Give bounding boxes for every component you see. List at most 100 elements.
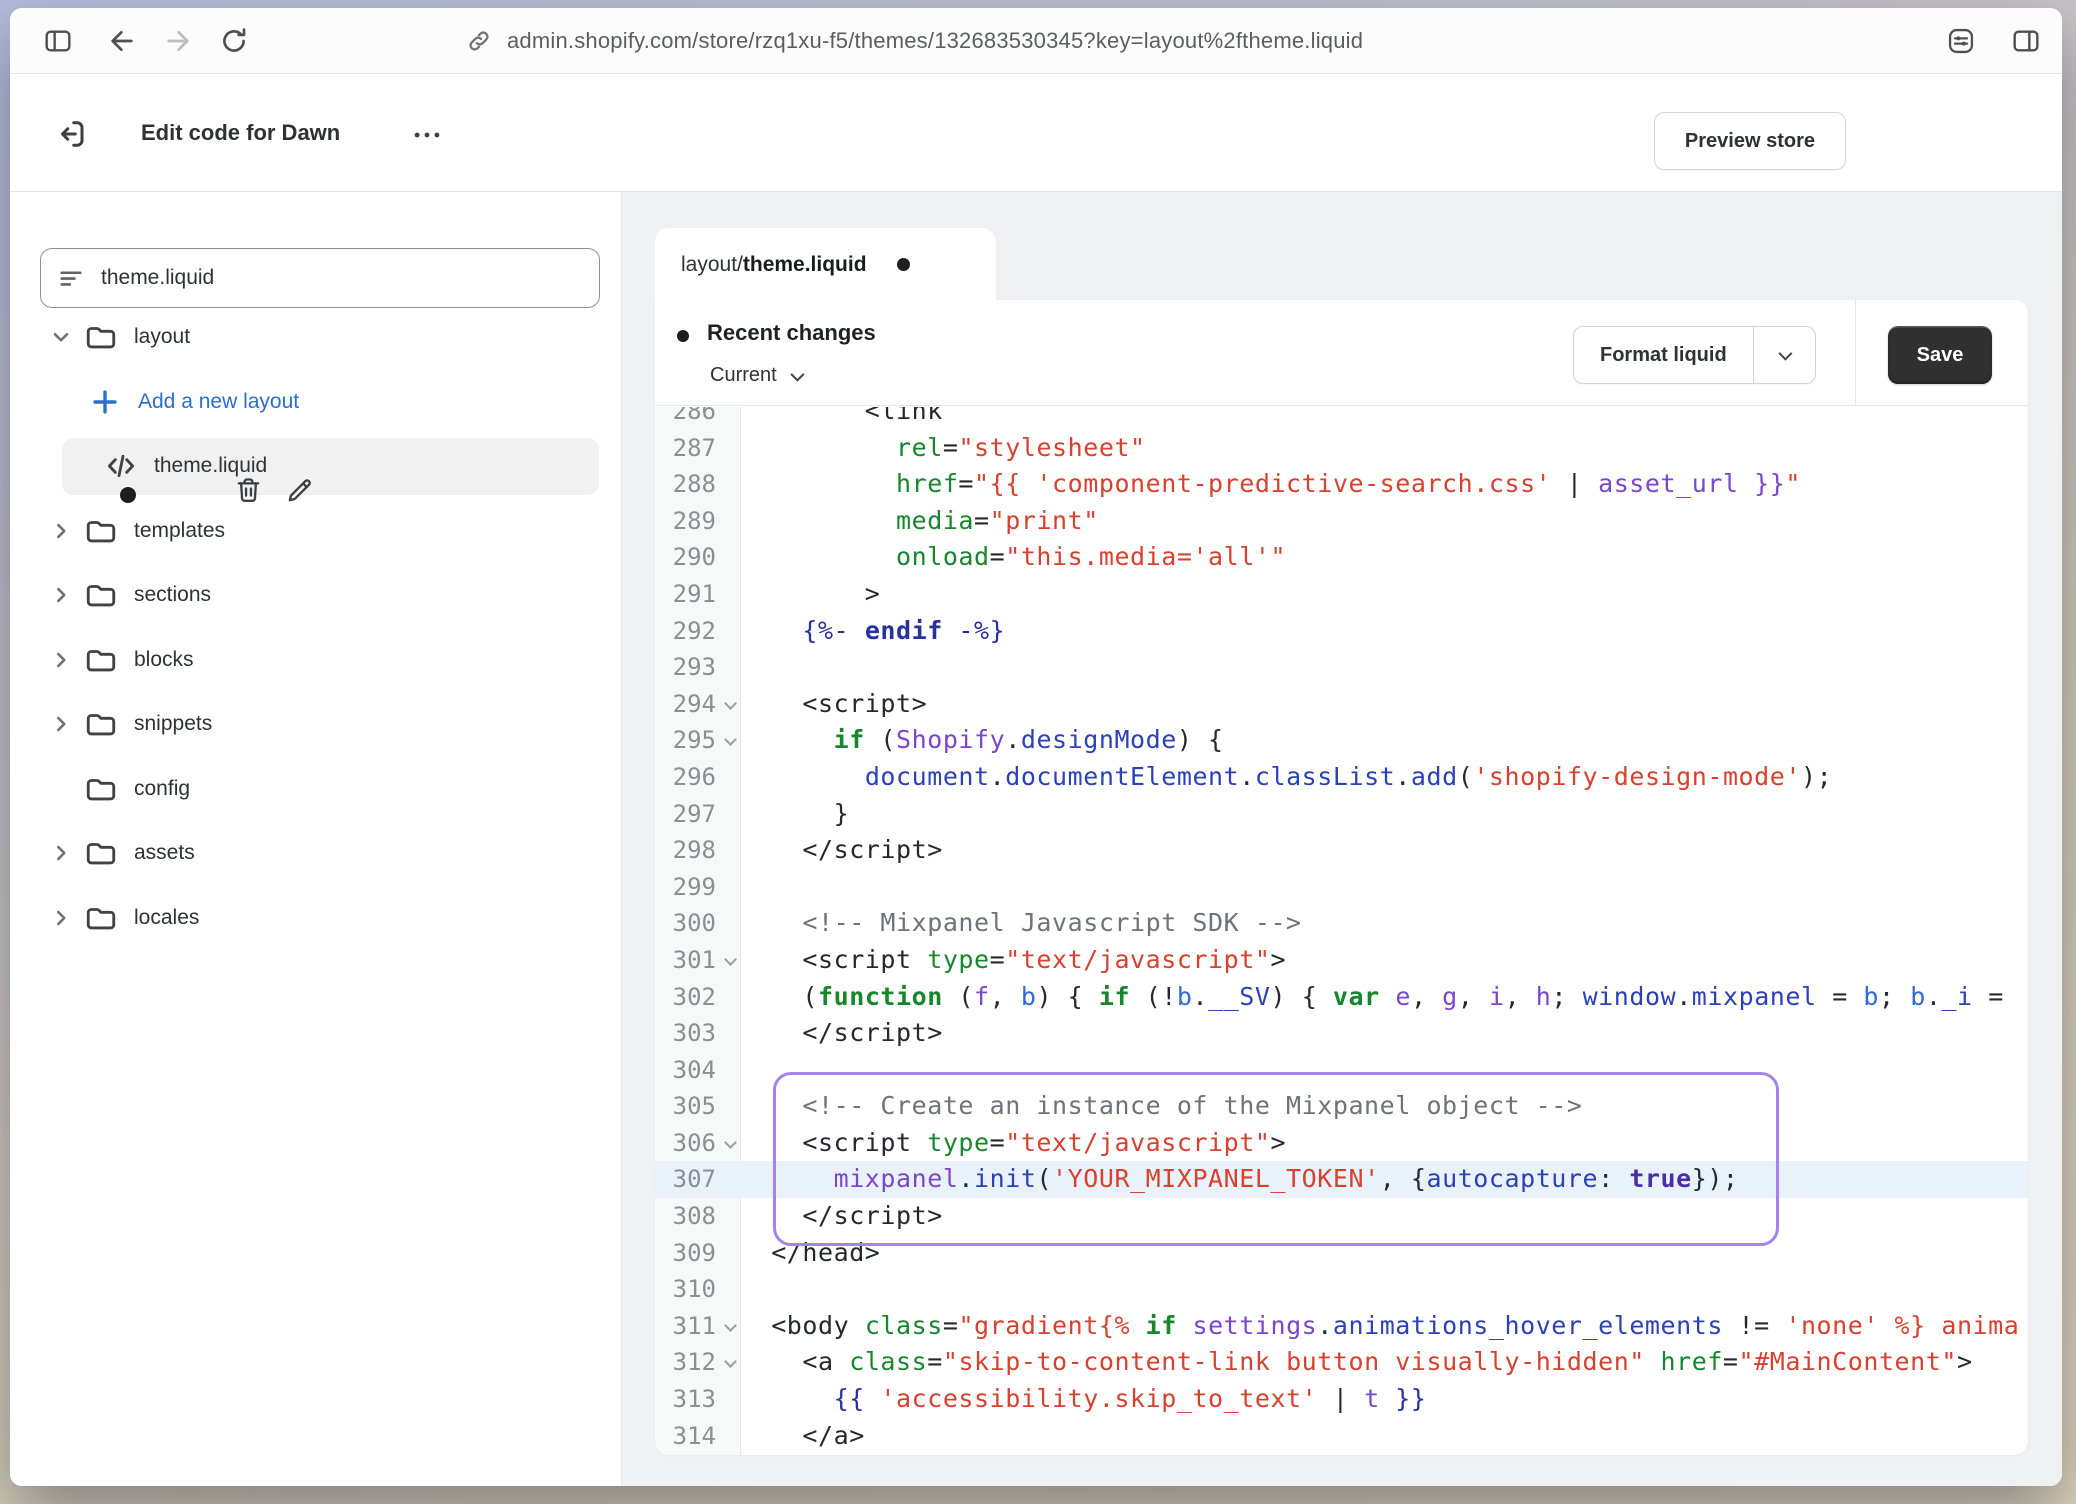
browser-window: admin.shopify.com/store/rzq1xu-f5/themes…: [10, 8, 2062, 1486]
code-line-text: >: [740, 576, 2028, 613]
sidebar-item-theme.liquid[interactable]: theme.liquid: [10, 434, 621, 499]
sidebar-item-sections[interactable]: sections: [10, 563, 621, 628]
code-line-293[interactable]: 293: [655, 649, 2028, 686]
sidebar-item-label: blocks: [134, 648, 194, 672]
forward-arrow-icon[interactable]: [162, 25, 194, 57]
code-line-300[interactable]: 300 <!-- Mixpanel Javascript SDK -->: [655, 905, 2028, 942]
code-editor[interactable]: 286 <link287 rel="stylesheet"288 href="{…: [655, 407, 2028, 1455]
folder-icon: [84, 643, 118, 677]
code-line-286[interactable]: 286 <link: [655, 407, 2028, 430]
fold-chevron-icon[interactable]: [724, 1356, 737, 1369]
code-line-304[interactable]: 304: [655, 1052, 2028, 1089]
chevron-down-icon: [1779, 347, 1793, 361]
code-line-299[interactable]: 299: [655, 869, 2028, 906]
chevron-right-icon[interactable]: [46, 645, 76, 675]
split-view-icon[interactable]: [2010, 25, 2042, 57]
code-line-309[interactable]: 309 </head>: [655, 1235, 2028, 1272]
version-dropdown[interactable]: Current: [710, 364, 801, 387]
file-search[interactable]: [40, 248, 600, 308]
chevron-right-icon[interactable]: [46, 580, 76, 610]
code-line-text: href="{{ 'component-predictive-search.cs…: [740, 466, 2028, 503]
fold-chevron-icon[interactable]: [724, 697, 737, 710]
code-line-text: [740, 1052, 2028, 1089]
code-line-290[interactable]: 290 onload="this.media='all'": [655, 539, 2028, 576]
format-dropdown-toggle[interactable]: [1753, 327, 1815, 383]
sidebar-item-label: config: [134, 777, 190, 801]
code-line-297[interactable]: 297 }: [655, 796, 2028, 833]
code-line-312[interactable]: 312 <a class="skip-to-content-link butto…: [655, 1344, 2028, 1381]
folder-icon: [84, 578, 118, 612]
search-input[interactable]: [101, 266, 583, 290]
line-number: 312: [655, 1344, 740, 1381]
sidebar-item-label: locales: [134, 906, 199, 930]
address-bar[interactable]: admin.shopify.com/store/rzq1xu-f5/themes…: [465, 22, 1363, 60]
code-line-289[interactable]: 289 media="print": [655, 503, 2028, 540]
sidebar-item-config[interactable]: config: [10, 757, 621, 822]
code-line-314[interactable]: 314 </a>: [655, 1418, 2028, 1455]
code-line-294[interactable]: 294 <script>: [655, 686, 2028, 723]
folder-icon: [84, 514, 118, 548]
sidebar-item-label: sections: [134, 583, 211, 607]
code-line-311[interactable]: 311 <body class="gradient{% if settings.…: [655, 1308, 2028, 1345]
fold-chevron-icon[interactable]: [724, 1319, 737, 1332]
tab-file-name: theme.liquid: [743, 253, 867, 277]
code-line-287[interactable]: 287 rel="stylesheet": [655, 430, 2028, 467]
sidebar-item-blocks[interactable]: blocks: [10, 628, 621, 693]
save-button[interactable]: Save: [1888, 326, 1992, 384]
reload-icon[interactable]: [218, 25, 250, 57]
sidebar-item-add-a-new-layout[interactable]: Add a new layout: [10, 370, 621, 435]
sidebar-item-locales[interactable]: locales: [10, 886, 621, 951]
sidebar-toggle-icon[interactable]: [42, 25, 74, 57]
code-line-301[interactable]: 301 <script type="text/javascript">: [655, 942, 2028, 979]
line-number: 308: [655, 1198, 740, 1235]
code-line-text: <link: [740, 407, 2028, 430]
code-line-291[interactable]: 291 >: [655, 576, 2028, 613]
fold-chevron-icon[interactable]: [724, 953, 737, 966]
fold-chevron-icon[interactable]: [724, 733, 737, 746]
chevron-right-icon[interactable]: [46, 838, 76, 868]
code-line-308[interactable]: 308 </script>: [655, 1198, 2028, 1235]
code-line-text: (function (f, b) { if (!b.__SV) { var e,…: [740, 979, 2028, 1016]
url-text: admin.shopify.com/store/rzq1xu-f5/themes…: [507, 28, 1363, 54]
line-number: 304: [655, 1052, 740, 1089]
code-line-295[interactable]: 295 if (Shopify.designMode) {: [655, 722, 2028, 759]
chevron-right-icon[interactable]: [46, 516, 76, 546]
tab-path-prefix: layout/: [681, 253, 743, 277]
sidebar-item-snippets[interactable]: snippets: [10, 692, 621, 757]
tune-icon[interactable]: [1945, 25, 1977, 57]
exit-icon[interactable]: [55, 116, 91, 152]
code-line-288[interactable]: 288 href="{{ 'component-predictive-searc…: [655, 466, 2028, 503]
recent-changes-dot: [677, 330, 689, 342]
code-line-292[interactable]: 292 {%- endif -%}: [655, 613, 2028, 650]
code-line-298[interactable]: 298 </script>: [655, 832, 2028, 869]
fold-chevron-icon[interactable]: [724, 1136, 737, 1149]
code-line-302[interactable]: 302 (function (f, b) { if (!b.__SV) { va…: [655, 979, 2028, 1016]
chevron-down-icon[interactable]: [46, 322, 76, 352]
code-line-text: rel="stylesheet": [740, 430, 2028, 467]
sidebar-item-templates[interactable]: templates: [10, 499, 621, 564]
more-menu-icon[interactable]: [410, 118, 444, 152]
chevron-right-icon[interactable]: [46, 709, 76, 739]
recent-changes-label: Recent changes: [707, 320, 876, 346]
code-line-306[interactable]: 306 <script type="text/javascript">: [655, 1125, 2028, 1162]
format-liquid-button[interactable]: Format liquid: [1573, 326, 1816, 384]
code-line-313[interactable]: 313 {{ 'accessibility.skip_to_text' | t …: [655, 1381, 2028, 1418]
code-line-303[interactable]: 303 </script>: [655, 1015, 2028, 1052]
sidebar-item-layout[interactable]: layout: [10, 305, 621, 370]
code-line-text: media="print": [740, 503, 2028, 540]
back-arrow-icon[interactable]: [106, 25, 138, 57]
sidebar-item-assets[interactable]: assets: [10, 821, 621, 886]
line-number: 297: [655, 796, 740, 833]
chevron-right-icon[interactable]: [46, 903, 76, 933]
line-number: 302: [655, 979, 740, 1016]
code-line-text: if (Shopify.designMode) {: [740, 722, 2028, 759]
line-number: 295: [655, 722, 740, 759]
code-line-text: <script>: [740, 686, 2028, 723]
code-line-296[interactable]: 296 document.documentElement.classList.a…: [655, 759, 2028, 796]
code-line-310[interactable]: 310: [655, 1271, 2028, 1308]
app-header: Edit code for Dawn Preview store: [10, 74, 2062, 192]
code-line-307[interactable]: 307 mixpanel.init('YOUR_MIXPANEL_TOKEN',…: [655, 1161, 2028, 1198]
code-line-305[interactable]: 305 <!-- Create an instance of the Mixpa…: [655, 1088, 2028, 1125]
tab-theme-liquid[interactable]: layout/theme.liquid: [655, 228, 996, 301]
preview-store-button[interactable]: Preview store: [1654, 112, 1846, 170]
